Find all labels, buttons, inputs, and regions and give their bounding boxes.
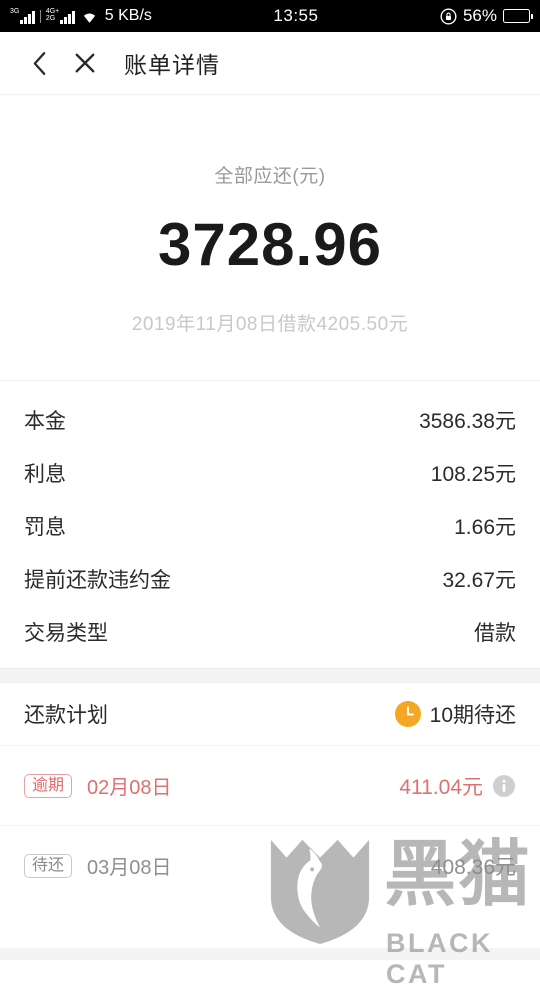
detail-value: 借款 [474,621,516,645]
battery-icon [503,9,533,23]
status-bar-clock: 13:55 [273,6,319,25]
detail-value: 32.67元 [442,568,516,592]
status-badge: 逾期 [24,773,73,798]
network-type-label-1: 3G [10,8,20,15]
table-row: 利息 108.25元 [24,446,516,499]
section-gap [0,668,540,683]
signal-bars-2 [60,10,75,24]
detail-value: 108.25元 [430,462,516,486]
status-divider [39,9,41,23]
repayment-plan-rows: 逾期 02月08日 411.04元 待还 03月08日 408.36元 [0,745,540,905]
detail-label: 利息 [24,462,66,486]
plan-due-date: 03月08日 [87,857,172,879]
plan-amount: 411.04元 [399,775,483,799]
detail-label: 提前还款违约金 [24,568,171,592]
page-title: 账单详情 [124,52,220,78]
status-bar: 3G 4G+ 2G 5 KB/s 13:55 56% [0,0,540,32]
app-header: 账单详情 [0,32,540,95]
signal-icon-1: 3G [10,8,35,24]
network-speed-label: 5 KB/s [104,7,152,24]
summary-card: 全部应还(元) 3728.96 2019年11月08日借款4205.50元 [0,95,540,380]
detail-label: 罚息 [24,515,66,539]
close-button[interactable] [62,40,108,86]
repayment-plan-status-text: 10期待还 [429,704,516,727]
bill-detail-list: 本金 3586.38元 利息 108.25元 罚息 1.66元 提前还款违约金 … [0,381,540,668]
status-badge: 待还 [24,853,73,878]
plan-row-right: 408.36元 [431,851,516,881]
status-bar-left: 3G 4G+ 2G 5 KB/s [10,7,152,25]
total-due-amount: 3728.96 [158,211,382,278]
network-type-label-2: 4G+ 2G [45,8,60,22]
lock-icon [440,8,457,24]
loan-origin-text: 2019年11月08日借款4205.50元 [131,314,409,335]
table-row: 交易类型 借款 [24,605,516,658]
plan-row-left: 待还 03月08日 [24,851,172,880]
list-item[interactable]: 待还 03月08日 408.36元 [0,825,540,905]
plan-due-date: 02月08日 [87,777,172,799]
signal-bars-1 [20,10,35,24]
repayment-plan-header[interactable]: 还款计划 10期待还 [0,683,540,745]
total-due-label: 全部应还(元) [214,166,326,187]
plan-amount: 408.36元 [430,855,516,879]
info-icon[interactable] [492,774,516,798]
close-icon [75,53,95,73]
repayment-plan-status: 10期待还 [394,699,516,729]
repayment-plan-title: 还款计划 [24,704,108,727]
detail-value: 3586.38元 [419,409,516,433]
plan-row-left: 逾期 02月08日 [24,771,172,800]
chevron-left-icon [33,51,45,75]
back-button[interactable] [16,40,62,86]
signal-icon-2: 4G+ 2G [46,8,75,24]
status-bar-right: 56% [440,6,533,26]
table-row: 本金 3586.38元 [24,393,516,446]
clock-icon [394,701,421,727]
list-item[interactable]: 逾期 02月08日 411.04元 [0,745,540,825]
plan-row-right: 411.04元 [399,771,516,801]
battery-percent-label: 56% [462,6,497,25]
wifi-icon [83,13,95,23]
table-row: 提前还款违约金 32.67元 [24,552,516,605]
detail-label: 交易类型 [24,621,108,645]
detail-value: 1.66元 [454,515,516,539]
detail-label: 本金 [24,409,66,433]
bottom-band [0,948,540,960]
table-row: 罚息 1.66元 [24,499,516,552]
